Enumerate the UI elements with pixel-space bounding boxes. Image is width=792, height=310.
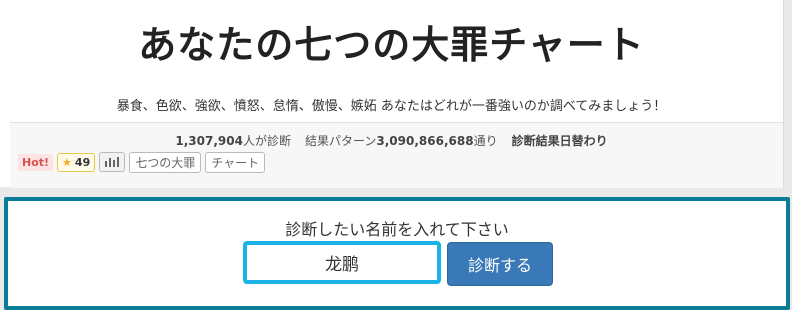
diagnosis-form: 診断したい名前を入れて下さい 診断する — [4, 197, 790, 310]
user-count-suffix: 人が診断 — [242, 134, 291, 148]
hot-badge: Hot! — [18, 153, 54, 171]
favorite-count: 49 — [74, 155, 91, 169]
patterns-prefix: 結果パターン — [304, 134, 377, 148]
tag-row: Hot! ★ 49 七つの大罪 チャート — [18, 151, 266, 173]
shindan-header-panel: あなたの七つの大罪チャート 暴食、色欲、強欲、憤怒、怠惰、傲慢、嫉妬 あなたはど… — [0, 0, 784, 188]
tag-seven-sins[interactable]: 七つの大罪 — [129, 151, 202, 173]
pattern-count: 3,090,866,688 — [376, 134, 474, 148]
stats-line: 1,307,904人が診断 結果パターン3,090,866,688通り 診断結果日替… — [10, 132, 773, 149]
ranking-chart-button[interactable] — [99, 152, 126, 172]
meta-bar: 1,307,904人が診断 結果パターン3,090,866,688通り 診断結果日替… — [10, 122, 783, 188]
patterns-suffix: 通り — [473, 134, 498, 148]
shindan-description: 暴食、色欲、強欲、憤怒、怠惰、傲慢、嫉妬 あなたはどれが一番強いのか調べてみまし… — [116, 99, 667, 114]
daily-change-label: 診断結果日替わり — [511, 134, 608, 148]
star-icon: ★ — [62, 155, 72, 169]
page-title: あなたの七つの大罪チャート — [138, 23, 645, 67]
favorite-button[interactable]: ★ 49 — [57, 152, 96, 172]
user-count: 1,307,904 — [175, 134, 243, 148]
name-field-label: 診断したい名前を入れて下さい — [285, 220, 509, 239]
name-input[interactable] — [243, 241, 441, 284]
tag-chart[interactable]: チャート — [205, 151, 266, 173]
bar-chart-icon — [105, 161, 108, 167]
diagnose-button[interactable]: 診断する — [447, 242, 553, 286]
